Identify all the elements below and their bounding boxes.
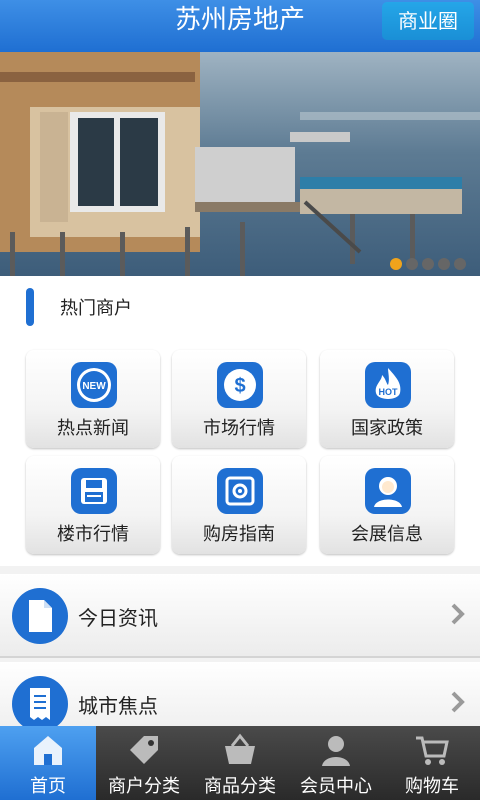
nav-home[interactable]: 首页 — [0, 726, 96, 800]
person-icon — [365, 468, 411, 514]
app-header: 苏州房地产 商业圈 — [0, 0, 480, 52]
svg-text:$: $ — [234, 375, 245, 397]
nav-label: 会员中心 — [300, 776, 372, 797]
banner-carousel[interactable] — [0, 52, 480, 276]
section-title: 热门商户 — [60, 298, 132, 319]
chevron-right-icon — [450, 602, 466, 630]
list-item-today-news[interactable]: 今日资讯 — [0, 574, 480, 658]
nav-product-category[interactable]: 商品分类 — [192, 726, 288, 800]
carousel-dot[interactable] — [406, 258, 418, 270]
grid-item-label: 国家政策 — [351, 418, 423, 439]
grid-item-label: 市场行情 — [203, 418, 275, 439]
user-icon — [318, 732, 354, 768]
chevron-right-icon — [450, 690, 466, 718]
banner-image — [0, 52, 480, 276]
nav-cart[interactable]: 购物车 — [384, 726, 480, 800]
new-badge-icon: NEW — [71, 362, 117, 408]
business-circle-button[interactable]: 商业圈 — [382, 2, 474, 40]
floppy-icon — [71, 468, 117, 514]
grid-item-exhibition[interactable]: 会展信息 — [320, 456, 454, 554]
grid-item-market[interactable]: $ 市场行情 — [172, 350, 306, 448]
grid-item-label: 会展信息 — [351, 524, 423, 545]
carousel-indicators — [390, 258, 466, 270]
grid-item-buying-guide[interactable]: 购房指南 — [172, 456, 306, 554]
carousel-dot[interactable] — [422, 258, 434, 270]
safe-icon — [217, 468, 263, 514]
nav-merchant-category[interactable]: 商户分类 — [96, 726, 192, 800]
basket-icon — [222, 732, 258, 768]
nav-label: 首页 — [30, 776, 66, 797]
grid-item-policy[interactable]: HOT 国家政策 — [320, 350, 454, 448]
carousel-dot[interactable] — [390, 258, 402, 270]
carousel-dot[interactable] — [438, 258, 450, 270]
document-icon — [12, 588, 68, 644]
svg-text:HOT: HOT — [379, 387, 399, 397]
svg-text:NEW: NEW — [82, 381, 106, 392]
nav-label: 商品分类 — [204, 776, 276, 797]
hot-flame-icon: HOT — [365, 362, 411, 408]
receipt-icon — [12, 676, 68, 732]
list-item-label: 城市焦点 — [78, 694, 158, 718]
dollar-icon: $ — [217, 362, 263, 408]
nav-label: 商户分类 — [108, 776, 180, 797]
grid-item-hot-news[interactable]: NEW 热点新闻 — [26, 350, 160, 448]
section-header: 热门商户 — [0, 276, 480, 336]
grid-item-label: 楼市行情 — [57, 524, 129, 545]
tag-icon — [126, 732, 162, 768]
nav-member-center[interactable]: 会员中心 — [288, 726, 384, 800]
grid-item-label: 热点新闻 — [57, 418, 129, 439]
cart-icon — [414, 732, 450, 768]
category-grid: NEW 热点新闻 $ 市场行情 HOT 国家政策 楼市行情 购房指南 会展信息 — [0, 336, 480, 566]
list-item-label: 今日资讯 — [78, 606, 158, 630]
bottom-navigation: 首页 商户分类 商品分类 会员中心 购物车 — [0, 726, 480, 800]
grid-item-housing-market[interactable]: 楼市行情 — [26, 456, 160, 554]
carousel-dot[interactable] — [454, 258, 466, 270]
section-accent-bar — [26, 288, 34, 326]
grid-item-label: 购房指南 — [203, 524, 275, 545]
home-icon — [30, 732, 66, 768]
nav-label: 购物车 — [405, 776, 459, 797]
